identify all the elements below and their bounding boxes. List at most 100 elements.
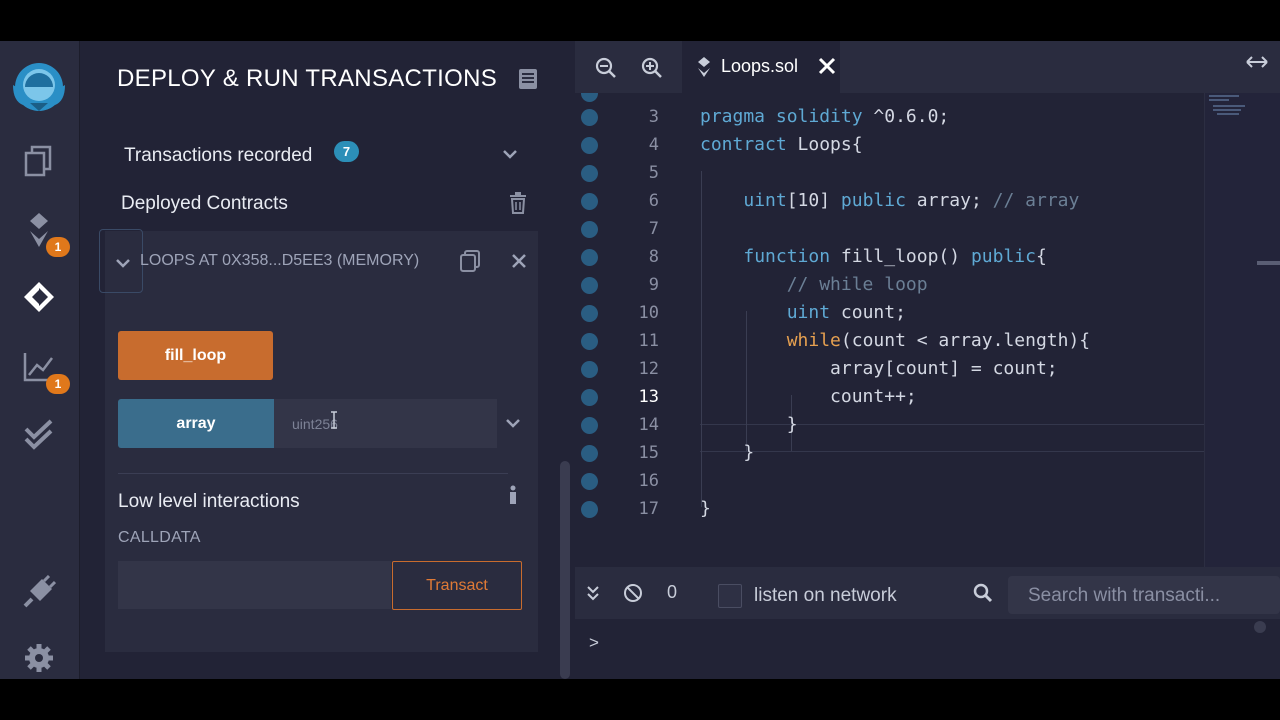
info-icon[interactable]	[508, 485, 518, 510]
transactions-count-badge: 7	[334, 141, 359, 162]
line-number: 11	[638, 331, 659, 351]
expand-args-chevron-icon[interactable]	[505, 416, 521, 434]
editor-area: Loops.sol 3 4 5 6 7 8 9 10 11 12 13 14 1…	[575, 41, 1280, 679]
tab-label: Loops.sol	[721, 56, 799, 76]
contract-header[interactable]: LOOPS AT 0X358...D5EE3 (MEMORY)	[99, 229, 538, 293]
code-line: uint[10] public array; // array	[743, 190, 1080, 211]
breakpoint-dot[interactable]	[581, 109, 598, 126]
zoom-out-icon[interactable]	[595, 57, 617, 84]
breakpoint-dot[interactable]	[581, 193, 598, 210]
terminal-search-input[interactable]: Search with transacti...	[1008, 576, 1280, 614]
low-level-interactions-label: Low level interactions	[118, 491, 300, 512]
settings-gear-icon[interactable]	[16, 635, 62, 679]
line-number: 5	[648, 163, 659, 183]
copy-icon[interactable]	[459, 249, 481, 278]
text-cursor-icon	[329, 411, 339, 434]
code-line: function fill_loop() public{	[743, 246, 1047, 267]
solidity-file-icon	[697, 56, 711, 83]
code-line: // while loop	[786, 274, 928, 295]
line-number: 17	[638, 499, 659, 519]
code-line: array[count] = count;	[700, 358, 1058, 379]
close-icon[interactable]	[511, 253, 527, 274]
terminal-output[interactable]: >	[575, 619, 1280, 679]
code-line: pragma solidity ^0.6.0;	[700, 106, 950, 127]
breakpoint-dot[interactable]	[581, 249, 598, 266]
terminal-prompt: >	[589, 633, 599, 652]
panel-scrollbar[interactable]	[560, 461, 570, 679]
tab-close-icon[interactable]	[818, 57, 836, 80]
documentation-icon[interactable]	[518, 68, 538, 95]
code-line: uint count;	[786, 302, 906, 323]
calldata-label: CALLDATA	[118, 529, 201, 546]
code-line: }	[700, 414, 798, 435]
file-explorer-icon[interactable]	[16, 137, 62, 183]
icon-panel: 1 1	[0, 41, 80, 679]
search-placeholder: Search with transacti...	[1028, 585, 1221, 606]
breakpoint-dot[interactable]	[581, 445, 598, 462]
clear-terminal-icon[interactable]	[623, 583, 643, 608]
array-argument-input[interactable]: uint256	[274, 399, 497, 448]
line-number: 10	[638, 303, 659, 323]
transactions-recorded-label[interactable]: Transactions recorded	[124, 145, 312, 167]
breakpoint-dot[interactable]	[581, 305, 598, 322]
chevron-down-icon[interactable]	[502, 147, 518, 165]
code-line: }	[700, 498, 711, 519]
breakpoint-dot[interactable]	[581, 165, 598, 182]
line-number: 8	[648, 247, 659, 267]
code-line: contract Loops{	[700, 134, 863, 155]
breakpoint-dot[interactable]	[581, 417, 598, 434]
compiler-badge: 1	[46, 237, 70, 257]
deployed-contract-instance: LOOPS AT 0X358...D5EE3 (MEMORY) fill_loo…	[99, 229, 538, 652]
collapse-terminal-icon[interactable]	[585, 585, 601, 606]
transact-button[interactable]: Transact	[392, 561, 522, 610]
zoom-in-icon[interactable]	[641, 57, 663, 84]
breakpoint-dot[interactable]	[581, 221, 598, 238]
expand-horizontal-icon[interactable]	[1246, 55, 1268, 73]
editor-tab-bar: Loops.sol	[575, 41, 1280, 93]
breakpoint-dot[interactable]	[581, 501, 598, 518]
line-number: 7	[648, 219, 659, 239]
terminal-scroll-thumb[interactable]	[1254, 621, 1266, 633]
code-line: }	[700, 442, 755, 463]
line-number: 3	[648, 107, 659, 127]
line-number-active: 13	[638, 387, 659, 407]
breakpoint-dot[interactable]	[581, 277, 598, 294]
calldata-input[interactable]	[118, 561, 391, 609]
deployed-contracts-label: Deployed Contracts	[121, 193, 288, 214]
plugin-manager-icon[interactable]	[16, 569, 62, 615]
panel-title: DEPLOY & RUN TRANSACTIONS	[117, 65, 498, 92]
breakpoint-dot[interactable]	[581, 389, 598, 406]
deploy-run-icon[interactable]	[16, 274, 62, 320]
array-button[interactable]: array	[118, 399, 274, 448]
remix-ide: 1 1 DEPLOY & RUN TRANSACTIONS Transactio…	[0, 41, 1280, 679]
code-line: while(count < array.length){	[786, 330, 1091, 351]
analysis-badge: 1	[46, 374, 70, 394]
breakpoint-dot[interactable]	[581, 333, 598, 350]
section-divider	[118, 473, 508, 474]
listen-on-network-label: listen on network	[754, 585, 897, 606]
listen-on-network-checkbox[interactable]	[718, 584, 742, 608]
remix-logo-icon[interactable]	[8, 57, 70, 119]
line-number: 16	[638, 471, 659, 491]
code-line: count++;	[700, 386, 917, 407]
deploy-run-panel: DEPLOY & RUN TRANSACTIONS Transactions r…	[80, 41, 574, 679]
breakpoint-dot[interactable]	[581, 361, 598, 378]
line-number: 9	[648, 275, 659, 295]
search-icon[interactable]	[973, 583, 993, 608]
line-number: 4	[648, 135, 659, 155]
line-number: 15	[638, 443, 659, 463]
breakpoint-dot[interactable]	[581, 137, 598, 154]
breakpoint-dot[interactable]	[581, 473, 598, 490]
unit-testing-icon[interactable]	[16, 411, 62, 457]
contract-name: LOOPS AT 0X358...D5EE3 (MEMORY)	[140, 252, 420, 269]
line-number: 6	[648, 191, 659, 211]
caret-down-icon[interactable]	[115, 256, 131, 274]
line-number: 14	[638, 415, 659, 435]
breakpoint-dot	[581, 93, 598, 102]
code-editor[interactable]: 3 4 5 6 7 8 9 10 11 12 13 14 15 16 17 pr…	[575, 93, 1280, 567]
fill-loop-button[interactable]: fill_loop	[118, 331, 273, 380]
trash-icon[interactable]	[509, 192, 527, 219]
line-number: 12	[638, 359, 659, 379]
minimap[interactable]	[1204, 93, 1280, 567]
tab-loops-sol[interactable]: Loops.sol	[682, 41, 840, 93]
